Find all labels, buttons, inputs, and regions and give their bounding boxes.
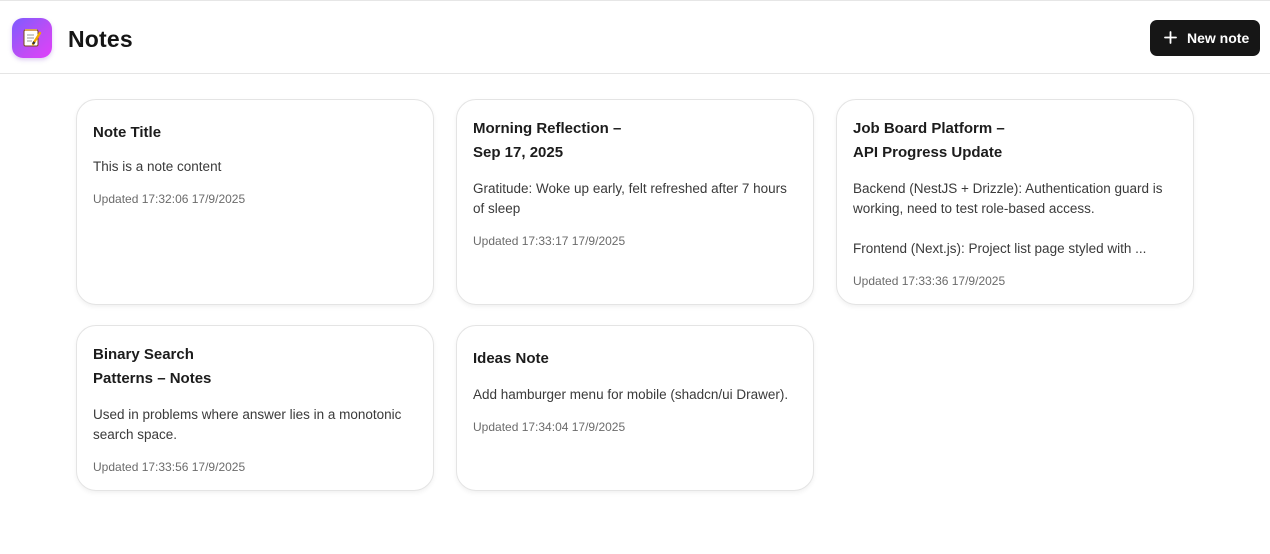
note-title: Binary Search Patterns – Notes <box>93 346 212 387</box>
note-card[interactable]: Morning Reflection – Sep 17, 2025 Gratit… <box>456 99 814 305</box>
note-updated: Updated 17:33:17 17/9/2025 <box>473 234 626 248</box>
note-title: Morning Reflection – Sep 17, 2025 <box>473 120 622 161</box>
note-updated: Updated 17:34:04 17/9/2025 <box>473 420 626 434</box>
plus-icon <box>1164 31 1177 44</box>
note-card[interactable]: Binary Search Patterns – Notes Used in p… <box>76 325 434 491</box>
memo-icon <box>23 29 42 47</box>
note-card[interactable]: Note Title This is a note content Update… <box>76 99 434 305</box>
note-updated: Updated 17:33:56 17/9/2025 <box>93 460 246 474</box>
new-note-label: New note <box>1187 30 1250 46</box>
note-title: Ideas Note <box>473 350 549 367</box>
page-title: Notes <box>68 26 133 52</box>
note-content: This is a note content <box>93 159 222 174</box>
app-header: Notes New note <box>0 1 1270 74</box>
note-card[interactable]: Job Board Platform – API Progress Update… <box>836 99 1194 305</box>
note-updated: Updated 17:33:36 17/9/2025 <box>853 274 1006 288</box>
note-content: Used in problems where answer lies in a … <box>93 407 402 442</box>
new-note-button[interactable]: New note <box>1150 20 1260 56</box>
app-logo <box>12 18 52 58</box>
note-content: Gratitude: Woke up early, felt refreshed… <box>473 181 787 216</box>
note-title: Job Board Platform – API Progress Update <box>853 120 1005 161</box>
note-updated: Updated 17:32:06 17/9/2025 <box>93 192 246 206</box>
note-content: Backend (NestJS + Drizzle): Authenticati… <box>853 181 1163 256</box>
note-card[interactable]: Ideas Note Add hamburger menu for mobile… <box>456 325 814 491</box>
note-title: Note Title <box>93 124 162 141</box>
note-content: Add hamburger menu for mobile (shadcn/ui… <box>473 387 789 402</box>
